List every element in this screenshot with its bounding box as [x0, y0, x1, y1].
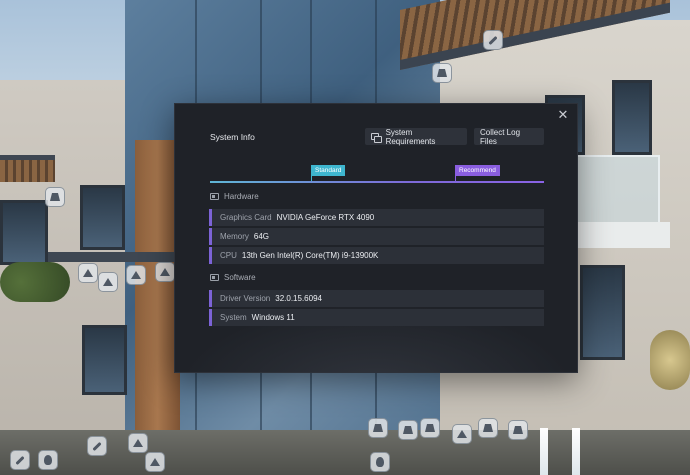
hotspot-marker[interactable] [478, 418, 498, 438]
row-label: System [220, 313, 247, 322]
hotspot-marker[interactable] [508, 420, 528, 440]
water-feature [540, 428, 548, 475]
bulb-icon [376, 457, 384, 467]
close-icon[interactable]: ✕ [556, 108, 570, 122]
row-value: Windows 11 [251, 313, 295, 322]
row-label: CPU [220, 251, 237, 260]
hotspot-marker[interactable] [398, 420, 418, 440]
system-requirements-button[interactable]: System Requirements [365, 127, 467, 146]
hotspot-marker-icon [83, 269, 93, 277]
row-value: 64G [253, 232, 270, 241]
light-hotspot[interactable] [370, 452, 390, 472]
pencil-icon [15, 455, 25, 465]
row-value: NVIDIA GeForce RTX 4090 [276, 213, 375, 222]
software-icon [210, 274, 219, 281]
hotspot-marker-icon [160, 268, 170, 276]
plant [650, 330, 690, 390]
hardware-heading-label: Hardware [224, 192, 259, 201]
hardware-heading: Hardware [210, 192, 259, 201]
edit-hotspot[interactable] [87, 436, 107, 456]
hotspot-marker[interactable] [126, 265, 146, 285]
collect-log-files-label: Collect Log Files [480, 127, 521, 146]
system-requirements-label: System Requirements [385, 127, 436, 146]
edit-hotspot[interactable] [10, 450, 30, 470]
hotspot-marker-icon [437, 69, 447, 77]
memory-row: Memory 64G [209, 228, 544, 245]
water-feature [572, 428, 580, 475]
edit-hotspot[interactable] [483, 30, 503, 50]
dialog-title: System Info [210, 132, 255, 142]
system-row: System Windows 11 [209, 309, 544, 326]
row-value: 32.0.15.6094 [275, 294, 322, 303]
hotspot-marker-icon [133, 439, 143, 447]
hotspot-marker-icon [50, 193, 60, 201]
light-hotspot[interactable] [38, 450, 58, 470]
balcony-slab [575, 222, 670, 248]
standard-tier-tag: Standard [311, 165, 346, 176]
row-label: Graphics Card [220, 213, 272, 222]
hotspot-marker-icon [513, 426, 523, 434]
window [612, 80, 652, 155]
hotspot-marker[interactable] [420, 418, 440, 438]
hotspot-marker-icon [483, 424, 493, 432]
window [80, 185, 125, 250]
row-label: Driver Version [220, 294, 271, 303]
row-label: Memory [220, 232, 249, 241]
hotspot-marker-icon [457, 430, 467, 438]
collect-log-files-button[interactable]: Collect Log Files [474, 127, 544, 146]
hotspot-marker-icon [425, 424, 435, 432]
row-value: 13th Gen Intel(R) Core(TM) i9-13900K [241, 251, 379, 260]
window [0, 200, 48, 265]
software-heading-label: Software [224, 273, 256, 282]
pencil-icon [92, 441, 102, 451]
window [580, 265, 625, 360]
hotspot-marker[interactable] [432, 63, 452, 83]
hotspot-marker-icon [150, 458, 160, 466]
glass-balcony [575, 155, 660, 225]
hotspot-marker-icon [103, 278, 113, 286]
hotspot-marker[interactable] [155, 262, 175, 282]
software-heading: Software [210, 273, 256, 282]
hotspot-marker-icon [373, 424, 383, 432]
hotspot-marker-icon [403, 426, 413, 434]
hotspot-marker[interactable] [98, 272, 118, 292]
wood-canopy-left [0, 160, 55, 182]
driver-version-row: Driver Version 32.0.15.6094 [209, 290, 544, 307]
entrance-canopy [48, 252, 188, 262]
hotspot-marker[interactable] [128, 433, 148, 453]
bulb-icon [44, 455, 52, 465]
graphics-card-row: Graphics Card NVIDIA GeForce RTX 4090 [209, 209, 544, 226]
hotspot-marker[interactable] [368, 418, 388, 438]
hotspot-marker[interactable] [145, 452, 165, 472]
cpu-row: CPU 13th Gen Intel(R) Core(TM) i9-13900K [209, 247, 544, 264]
performance-tier-bar [210, 181, 544, 183]
chat-bubbles-icon [371, 132, 382, 143]
recommend-tier-tag: Recommend [455, 165, 500, 176]
system-info-dialog: ✕ System Info System Requirements Collec… [174, 103, 578, 373]
window [82, 325, 127, 395]
hotspot-marker[interactable] [452, 424, 472, 444]
pencil-icon [488, 35, 498, 45]
hardware-icon [210, 193, 219, 200]
hotspot-marker[interactable] [45, 187, 65, 207]
hedge [0, 262, 70, 302]
hotspot-marker[interactable] [78, 263, 98, 283]
hotspot-marker-icon [131, 271, 141, 279]
